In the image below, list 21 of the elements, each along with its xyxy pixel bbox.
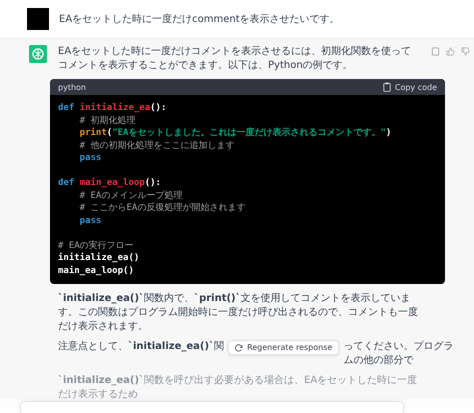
code-line: # EAの実行フロー — [58, 240, 135, 252]
code-line: def initialize_ea(): — [58, 102, 168, 114]
code-line: # 他の初期化処理をここに追加します — [78, 140, 236, 152]
user-message: EAをセットした時に一度だけcommentを表示させたいです。 — [59, 12, 340, 26]
answer-explanation: `initialize_ea()`関数内で、`print()`文を使用してコメントを表示しています。この関数はプログラム開始時に一度だけ呼び出されるので、コメントも一度だけ表示されます。 — [58, 292, 418, 334]
code-line: initialize_ea() — [58, 252, 140, 264]
code-line: print("EAをセットしました。これは一度だけ表示されるコメントです。") — [78, 127, 392, 140]
code-line: pass — [78, 152, 102, 164]
code-line: pass — [78, 214, 102, 227]
regenerate-button[interactable]: Regenerate response — [228, 340, 340, 355]
code-language: python — [58, 82, 86, 92]
copy-code-button[interactable]: Copy code — [382, 82, 437, 92]
answer-intro: EAをセットした時に一度だけコメントを表示させるには、初期化関数を使ってコメントを表示することができます。以下は、Pythonの例です。 — [58, 45, 412, 73]
code-line: # EAのメインループ処理 — [78, 190, 184, 202]
code-line: # 初期化処理 — [78, 114, 137, 127]
answer-note: `initialize_ea()`関数を呼び出す必要がある場合は、EAをセットした時に一度だけ表示するため — [58, 374, 418, 402]
code-line: def main_ea_loop(): — [58, 177, 162, 190]
code-line: # ここからEAの反復処理が開始されます — [78, 202, 246, 214]
answer-note: 注意点として、`initialize_ea()`関 — [58, 340, 224, 354]
answer-note: ってください。プログラムの他の部分で — [343, 340, 454, 368]
code-line: main_ea_loop() — [58, 264, 135, 277]
